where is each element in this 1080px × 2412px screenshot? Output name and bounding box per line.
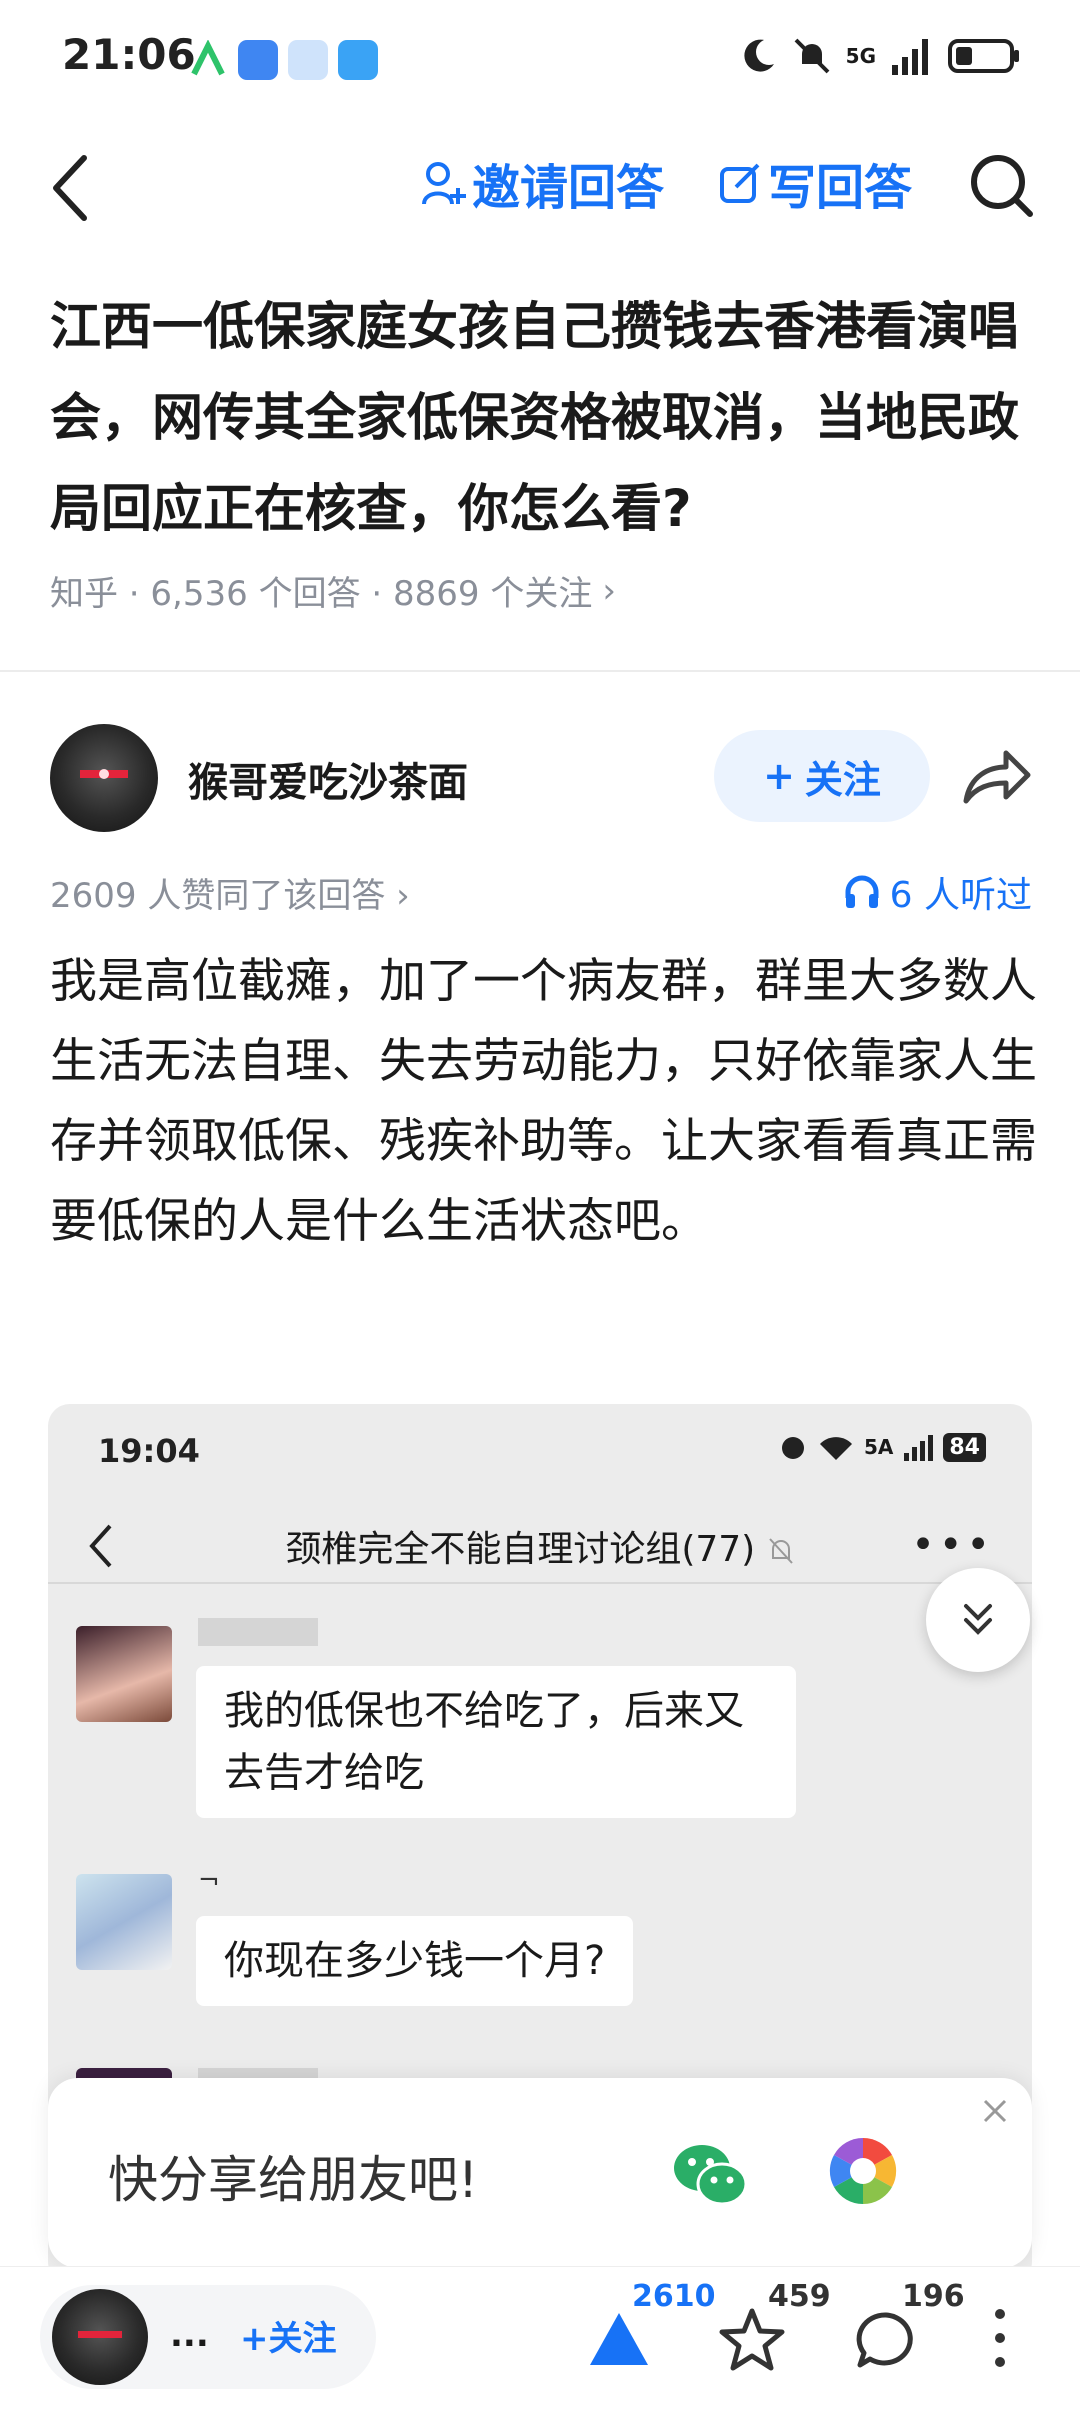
edit-icon — [720, 163, 760, 203]
chat-title: 颈椎完全不能自理讨论组(77) — [48, 1520, 1032, 1572]
chat-avatar-2 — [76, 1874, 172, 1970]
more-icon[interactable] — [990, 2305, 1010, 2375]
question-meta-text: 知乎 · 6,536 个回答 · 8869 个关注 — [50, 574, 593, 614]
bottom-author-avatar — [52, 2289, 148, 2385]
embedded-status-icons: 5A 84 — [778, 1432, 986, 1462]
headphones-icon — [845, 875, 879, 908]
wechat-icon[interactable] — [670, 2134, 750, 2214]
signal-icon — [892, 39, 928, 75]
chat-bubble-2: 你现在多少钱一个月? — [196, 1916, 634, 2006]
mute-bell-icon — [794, 38, 830, 74]
moments-icon[interactable] — [828, 2136, 898, 2206]
share-popup: 快分享给朋友吧! — [48, 2078, 1032, 2268]
share-icon[interactable] — [960, 745, 1032, 809]
app-a-icon — [191, 40, 225, 76]
chat-mute-icon — [768, 1538, 793, 1564]
author-pill[interactable]: ... +关注 — [40, 2285, 376, 2389]
follow-button[interactable]: + 关注 — [714, 730, 930, 822]
embedded-network: 5A — [863, 1435, 894, 1459]
favorite-count: 459 — [768, 2279, 831, 2314]
listened-label: 6 人听过 — [889, 875, 1032, 916]
battery-icon — [948, 39, 1019, 73]
comment-icon[interactable] — [854, 2309, 918, 2371]
back-icon[interactable] — [44, 148, 104, 228]
question-title[interactable]: 江西一低保家庭女孩自己攒钱去香港看演唱会，网传其全家低保资格被取消，当地民政局回… — [50, 282, 1040, 555]
chat-name-2: ¬ — [198, 1866, 220, 1896]
upvote-count: 2610 — [632, 2279, 716, 2314]
follow-label: 关注 — [804, 757, 881, 802]
close-icon[interactable] — [980, 2096, 1010, 2126]
moon-icon — [744, 39, 774, 72]
invite-answer-button[interactable]: 邀请回答 — [420, 148, 664, 218]
chat-more-icon: ••• — [911, 1522, 994, 1568]
top-nav: 邀请回答 写回答 — [0, 130, 1080, 240]
bottom-follow-button[interactable]: +关注 — [240, 2311, 337, 2360]
embedded-battery: 84 — [943, 1432, 986, 1462]
double-chevron-down-icon — [964, 1604, 992, 1635]
share-prompt: 快分享给朋友吧! — [108, 2151, 479, 2209]
bottom-follow-label: 关注 — [268, 2319, 337, 2359]
embedded-signal-icon — [904, 1435, 934, 1461]
upvote-icon[interactable] — [586, 2309, 652, 2369]
monkey-avatar-art — [80, 769, 128, 779]
wifi-icon — [819, 1437, 852, 1460]
status-icons: 5G — [738, 36, 1020, 76]
write-answer-button[interactable]: 写回答 — [718, 148, 912, 218]
bottom-bar: ... +关注 2610 459 196 — [0, 2266, 1080, 2412]
status-bar: 21:06 5G — [0, 0, 1080, 120]
write-answer-label: 写回答 — [768, 160, 913, 216]
listened-count[interactable]: 6 人听过 — [842, 866, 1032, 918]
comment-count: 196 — [902, 2279, 965, 2314]
star-icon[interactable] — [718, 2307, 786, 2373]
chat-title-text: 颈椎完全不能自理讨论组(77) — [285, 1529, 756, 1570]
monkey-avatar-art-small — [78, 2331, 122, 2338]
question-meta[interactable]: 知乎 · 6,536 个回答 · 8869 个关注 › — [50, 566, 616, 615]
chevron-right-icon: › — [602, 570, 616, 611]
chat-header: 颈椎完全不能自理讨论组(77) ••• — [48, 1504, 1032, 1584]
author-avatar[interactable] — [50, 724, 158, 832]
alarm-icon — [781, 1437, 804, 1459]
invite-answer-label: 邀请回答 — [472, 160, 665, 216]
author-name[interactable]: 猴哥爱吃沙茶面 — [188, 750, 468, 808]
chat-name-blurred-1 — [198, 1618, 318, 1646]
chat-bubble-1: 我的低保也不给吃了，后来又去告才给吃 — [196, 1666, 796, 1818]
answer-body: 我是高位截瘫，加了一个病友群，群里大多数人生活无法自理、失去劳动能力，只好依靠家… — [50, 954, 1037, 1249]
invite-person-icon — [422, 162, 466, 205]
search-icon[interactable] — [966, 150, 1036, 220]
bottom-author-name: ... — [170, 2315, 209, 2355]
collapse-button[interactable] — [926, 1568, 1030, 1672]
app-weather-icon — [338, 40, 378, 80]
app-bird-icon — [288, 40, 328, 80]
plus-icon: + — [240, 2319, 269, 2359]
likes-line[interactable]: 2609 人赞同了该回答 › — [50, 868, 410, 917]
embedded-time: 19:04 — [98, 1432, 200, 1470]
app-blue-icon — [238, 40, 278, 80]
divider — [0, 670, 1080, 672]
chat-avatar-1 — [76, 1626, 172, 1722]
embedded-status-bar: 19:04 5A 84 — [48, 1404, 1032, 1500]
status-time: 21:06 — [62, 30, 196, 79]
plus-icon: + — [763, 754, 795, 798]
network-label: 5G — [845, 44, 876, 68]
